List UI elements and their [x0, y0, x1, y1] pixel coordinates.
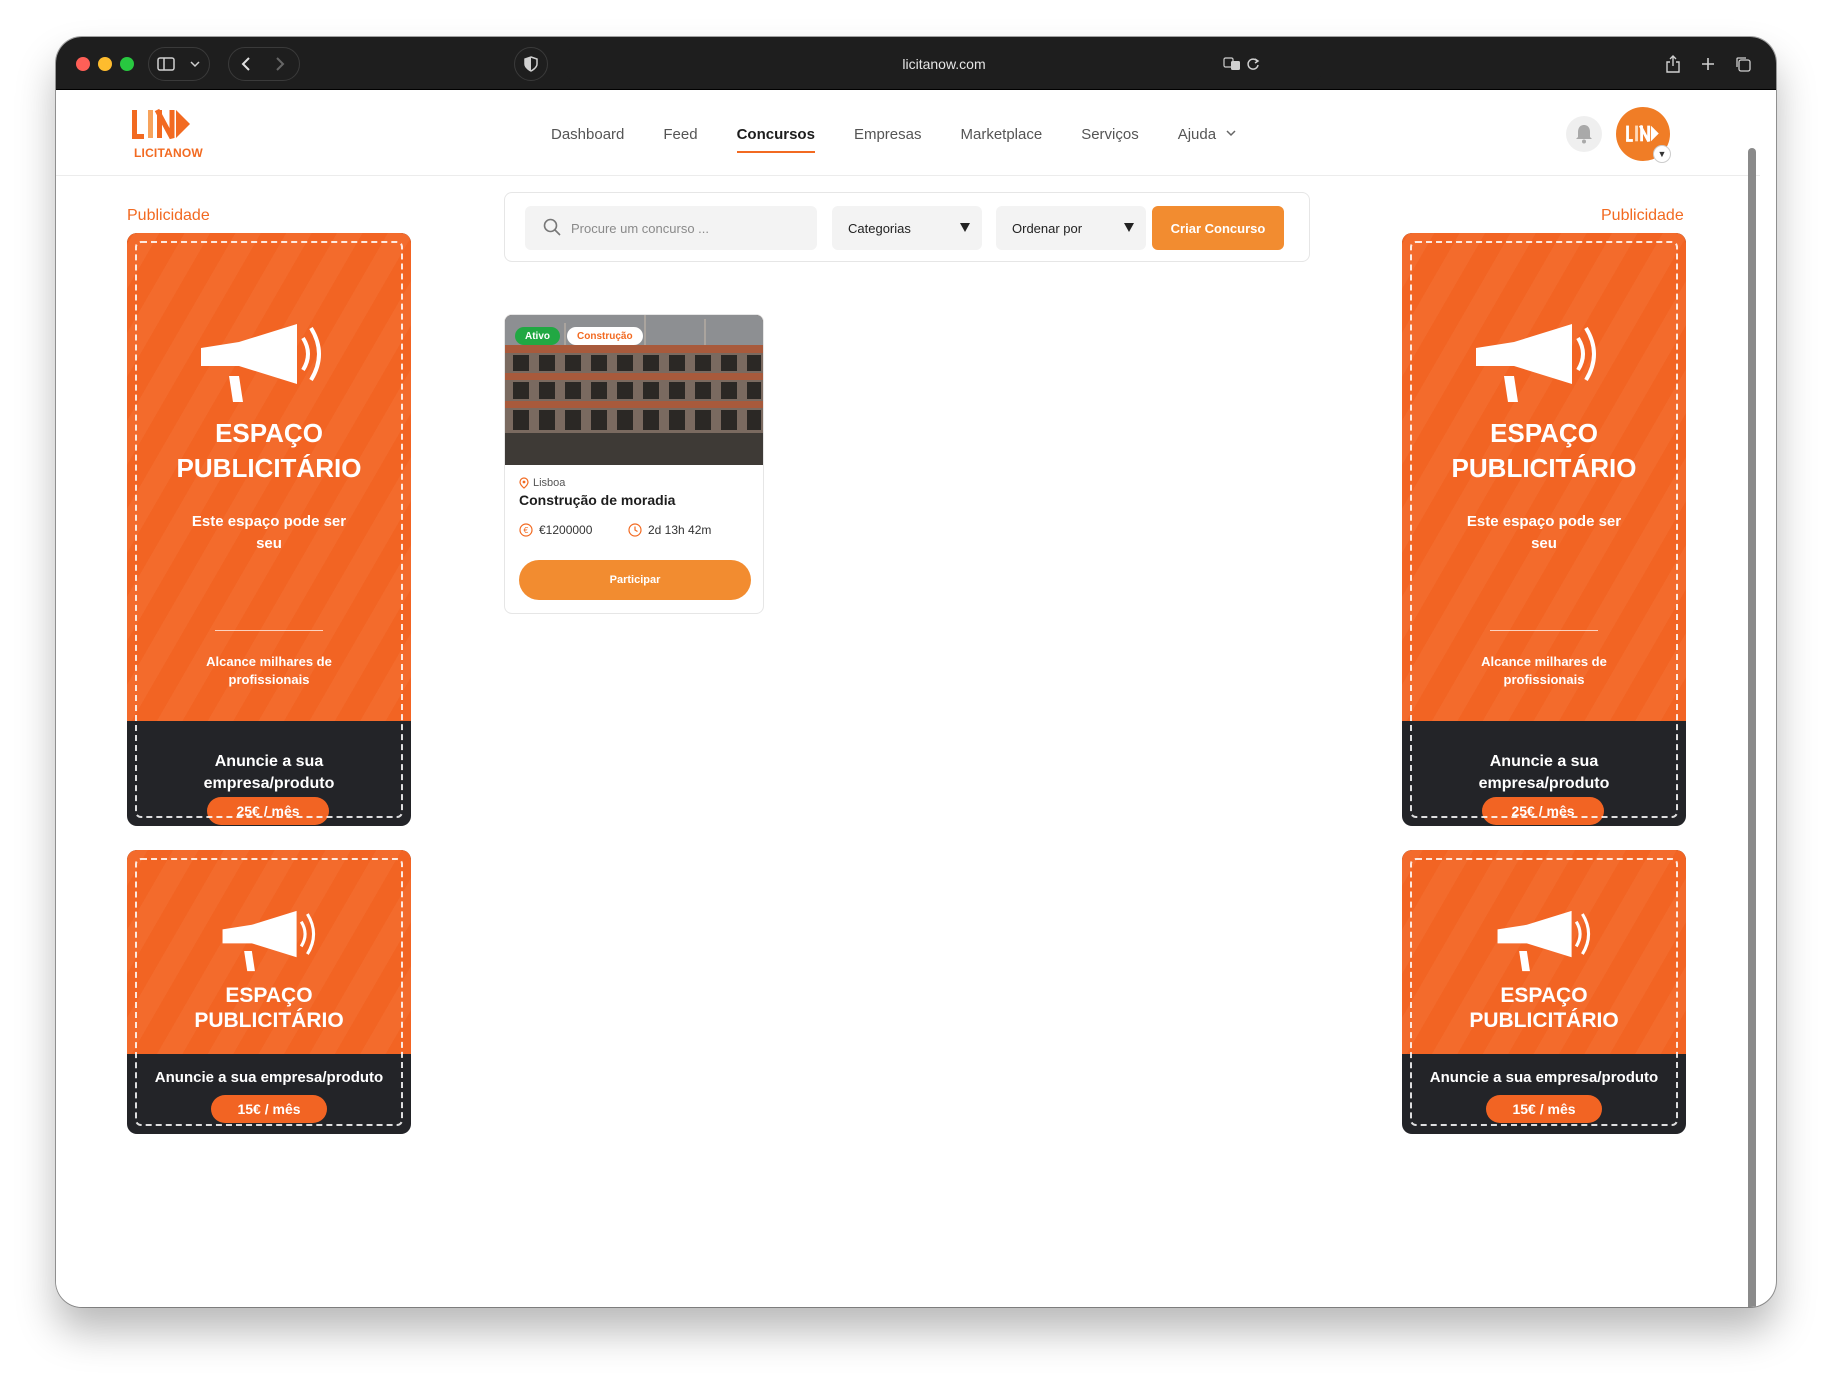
share-icon[interactable] [1656, 47, 1690, 81]
ad-price-button[interactable]: 25€ / mês [1482, 797, 1604, 825]
create-contest-button[interactable]: Criar Concurso [1152, 206, 1284, 250]
megaphone-icon [201, 324, 321, 402]
ad-cta-text: Anuncie a sua empresa/produto [203, 753, 335, 792]
ad-title-line1: ESPAÇO [215, 418, 323, 448]
notifications-button[interactable] [1566, 116, 1602, 152]
page-scrollbar[interactable] [1748, 148, 1756, 1307]
ad-title-line2: PUBLICITÁRIO [176, 453, 362, 483]
back-icon[interactable] [229, 47, 263, 81]
categories-select[interactable]: Categorias [832, 206, 982, 250]
contest-search-input[interactable] [525, 206, 817, 250]
forward-icon[interactable] [263, 47, 297, 81]
clock-icon [628, 523, 642, 537]
ad-title-line2: PUBLICITÁRIO [1451, 453, 1637, 483]
site-header: LICITANOW Dashboard Feed Concursos Empre… [56, 90, 1760, 176]
browser-toolbar: licitanow.com [56, 37, 1776, 90]
ad-cta-text: Anuncie a sua empresa/produto [154, 1069, 384, 1086]
avatar-logo-icon [1626, 124, 1659, 142]
logo-mark-icon [132, 108, 190, 140]
contest-card[interactable]: Ativo Construção Lisboa Construção de mo… [504, 314, 764, 614]
nav-dashboard[interactable]: Dashboard [551, 126, 624, 156]
new-tab-icon[interactable] [1691, 47, 1725, 81]
nav-feed[interactable]: Feed [663, 126, 697, 156]
categories-select-label: Categorias [848, 220, 911, 236]
sidebar-icon[interactable] [149, 47, 183, 81]
logo-wordmark: LICITANOW [134, 146, 203, 160]
advertising-label-left: Publicidade [127, 207, 210, 224]
megaphone-icon [222, 910, 316, 972]
ad-title-line1: ESPAÇO [1500, 984, 1588, 1007]
ad-banner-large-right[interactable]: ESPAÇO PUBLICITÁRIO Este espaço pode ser… [1402, 233, 1686, 826]
contest-title: Construção de moradia [519, 492, 676, 508]
ad-title-line1: ESPAÇO [225, 984, 313, 1007]
location-text: Lisboa [533, 477, 566, 489]
contest-filter-bar: Categorias Ordenar por Criar Concurso [504, 192, 1310, 262]
ad-cta-text: Anuncie a sua empresa/produto [1429, 1069, 1659, 1086]
ad-divider [1490, 630, 1598, 631]
ad-reach-text: Alcance milhares de profissionais [206, 654, 332, 687]
licitanow-logo[interactable]: LICITANOW [130, 106, 240, 164]
euro-icon: € [519, 523, 533, 537]
status-badge: Ativo [515, 327, 560, 345]
category-badge: Construção [567, 327, 643, 345]
main-nav: Dashboard Feed Concursos Empresas Market… [551, 126, 1275, 156]
close-window-button[interactable] [76, 57, 90, 71]
time-left-value: 2d 13h 42m [648, 523, 712, 537]
ad-title-line2: PUBLICITÁRIO [194, 1009, 344, 1032]
ad-cta-text: Anuncie a sua empresa/produto [1478, 753, 1610, 792]
nav-marketplace[interactable]: Marketplace [960, 126, 1042, 156]
privacy-shield-group [514, 47, 548, 81]
website: LICITANOW Dashboard Feed Concursos Empre… [56, 90, 1760, 1307]
ad-subtitle: Este espaço pode ser seu [1466, 513, 1622, 552]
megaphone-icon [1476, 324, 1596, 402]
browser-window: licitanow.com LICITANOW Dashboard Feed C… [56, 37, 1776, 1307]
megaphone-icon [1497, 910, 1591, 972]
construction-photo: Ativo Construção [505, 315, 763, 465]
ad-divider [215, 630, 323, 631]
tab-overview-icon[interactable] [1726, 47, 1760, 81]
ad-price-button[interactable]: 15€ / mês [1486, 1095, 1602, 1123]
ad-price-button[interactable]: 25€ / mês [207, 797, 329, 825]
ad-reach-text: Alcance milhares de profissionais [1481, 654, 1607, 687]
nav-concursos[interactable]: Concursos [736, 126, 816, 156]
ad-banner-large-left[interactable]: ESPAÇO PUBLICITÁRIO Este espaço pode ser… [127, 233, 411, 826]
minimize-window-button[interactable] [98, 57, 112, 71]
chevron-down-icon[interactable] [183, 47, 207, 81]
participate-button[interactable]: Participar [519, 560, 751, 600]
contest-location: Lisboa [519, 477, 565, 489]
ad-title-line2: PUBLICITÁRIO [1469, 1009, 1619, 1032]
nav-ajuda-label: Ajuda [1177, 126, 1217, 143]
contest-budget: € €1200000 [519, 523, 592, 537]
caret-down-icon [1124, 223, 1134, 232]
shield-icon[interactable] [515, 47, 547, 81]
nav-ajuda[interactable]: Ajuda [1178, 126, 1236, 156]
bell-icon [1576, 125, 1592, 144]
zoom-window-button[interactable] [120, 57, 134, 71]
nav-empresas[interactable]: Empresas [854, 126, 922, 156]
contest-time-left: 2d 13h 42m [628, 523, 711, 537]
url-text: licitanow.com [902, 56, 986, 72]
ad-subtitle: Este espaço pode ser seu [191, 513, 347, 552]
sidebar-toggle-group [148, 47, 210, 81]
search-icon [543, 218, 561, 236]
history-nav-group [228, 47, 300, 81]
advertising-label-right: Publicidade [1601, 207, 1684, 224]
address-bar[interactable]: licitanow.com [566, 47, 1322, 81]
caret-down-icon [960, 223, 970, 232]
ad-banner-small-right[interactable]: ESPAÇO PUBLICITÁRIO Anuncie a sua empres… [1402, 850, 1686, 1134]
chevron-down-icon [1226, 128, 1236, 140]
reload-icon[interactable] [1236, 47, 1270, 81]
budget-value: €1200000 [539, 523, 593, 537]
nav-servicos[interactable]: Serviços [1081, 126, 1139, 156]
location-pin-icon [519, 477, 529, 489]
sort-select[interactable]: Ordenar por [996, 206, 1146, 250]
sort-select-label: Ordenar por [1012, 220, 1083, 236]
ad-title-line1: ESPAÇO [1490, 418, 1598, 448]
svg-text:€: € [523, 526, 528, 535]
ad-price-button[interactable]: 15€ / mês [211, 1095, 327, 1123]
account-menu-caret-icon[interactable]: ▼ [1653, 145, 1671, 163]
ad-banner-small-left[interactable]: ESPAÇO PUBLICITÁRIO Anuncie a sua empres… [127, 850, 411, 1134]
